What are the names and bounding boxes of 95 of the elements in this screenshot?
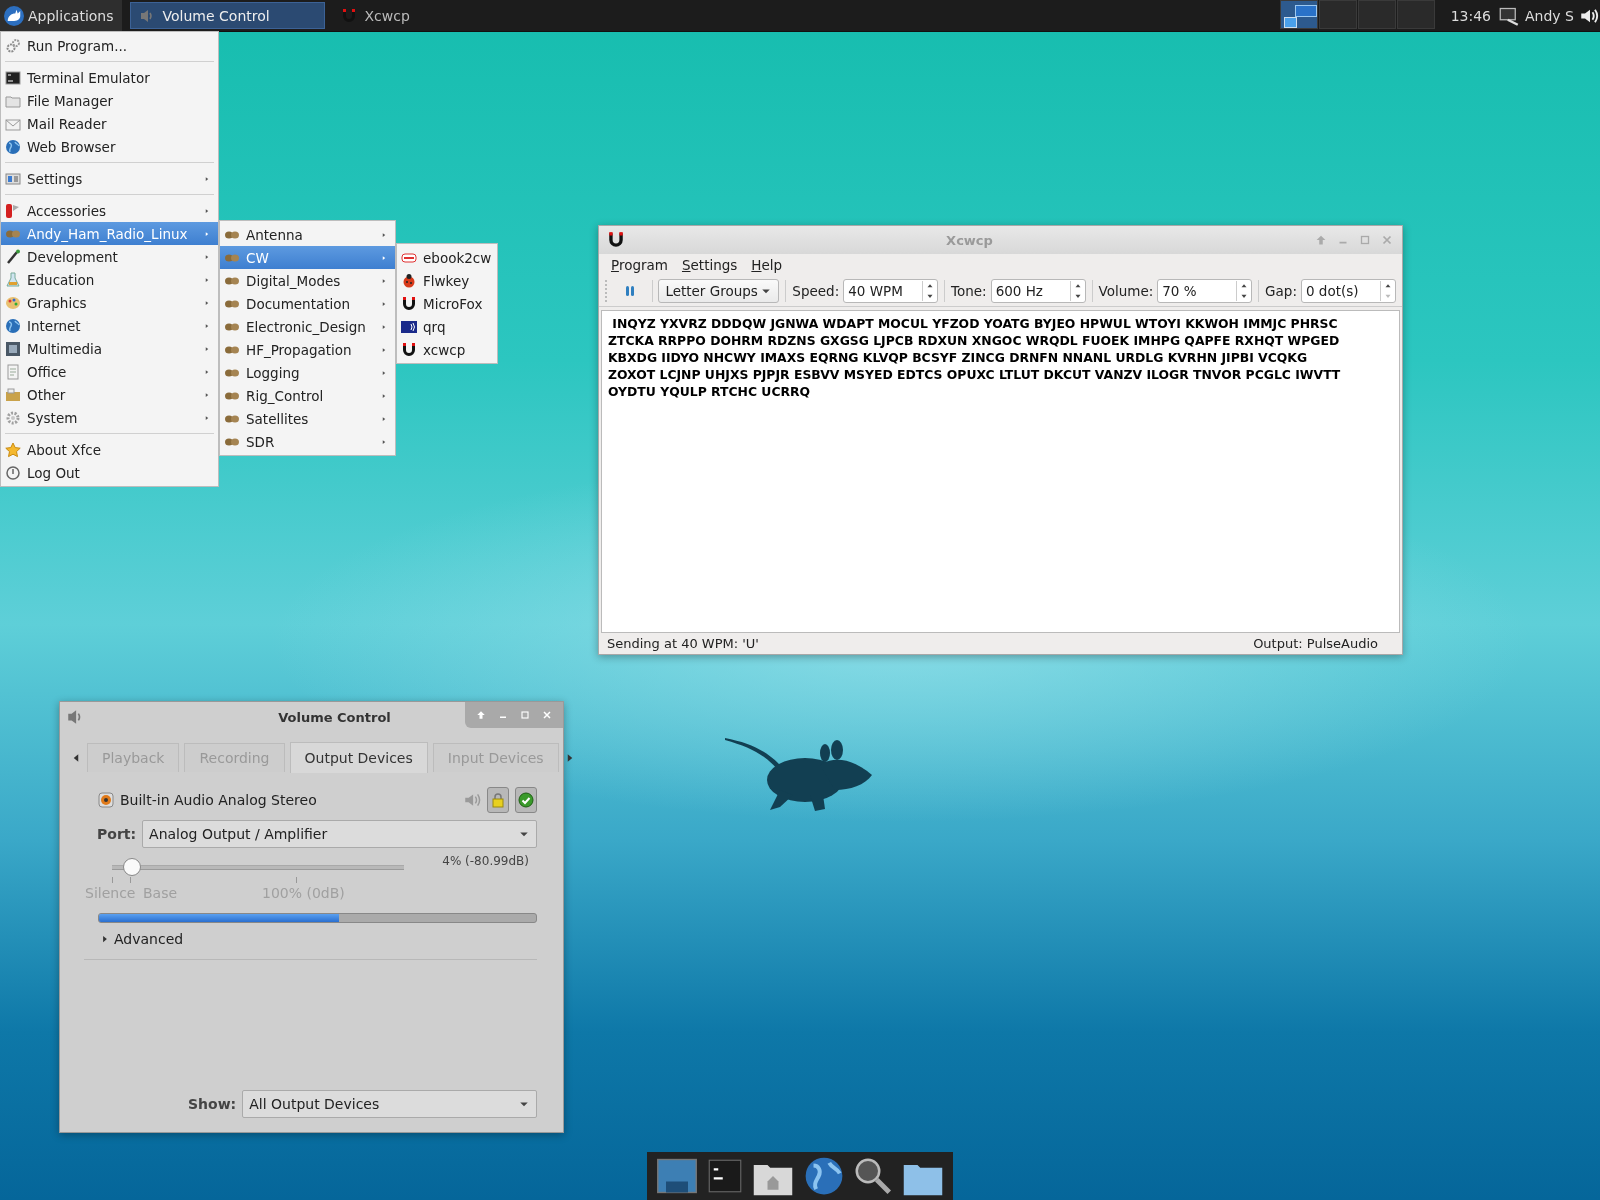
window-title: Xcwcp xyxy=(945,232,994,248)
menu-item[interactable]: Electronic_Design xyxy=(220,315,395,338)
menu-item[interactable]: Digital_Modes xyxy=(220,269,395,292)
magnet-icon xyxy=(401,295,417,312)
gear-icon xyxy=(5,409,21,426)
magnet-icon xyxy=(401,341,417,358)
menu-item[interactable]: Internet xyxy=(1,314,218,337)
star-icon xyxy=(5,441,21,458)
film-icon xyxy=(5,340,21,357)
tab[interactable]: Output Devices xyxy=(289,742,428,773)
text-area[interactable]: INQYZ YXVRZ DDDQW JGNWA WDAPT MOCUL YFZOD YOATG BYJEO HPWUL WTOYI KKWOH IMMJC PHRSC ZTCKA RRPPO DOHRM RDZNS GXGSG LJPCB RDXUN XNGOC WRQDL FUOEK IMHPG QAPFE RXHQT WPGED KBXDG IIDYO NHCWY IMAXS EQRNG KLVQP BCSYF ZINCG DRNFN NNANL URDLG KVRHN JIPBI VCQKG ZOXOT LCJNP UHJXS PJPJR ESBVV MSYED EDTCS OPUXC LTLUT DKCUT VANZV ILOGR TNVOR PCGLC IWVTT OYDTU YQULP RTCHC UCRRQ xyxy=(601,310,1400,633)
menu-item[interactable]: qrq xyxy=(397,315,497,338)
menu-item[interactable]: Logging xyxy=(220,361,395,384)
taskbar-button[interactable]: Xcwcp xyxy=(332,2,528,29)
workspace-button[interactable] xyxy=(1279,0,1318,29)
magnet-icon xyxy=(607,231,625,249)
menu-item[interactable]: MicroFox xyxy=(397,292,497,315)
palette-icon xyxy=(5,294,21,311)
clock[interactable]: 13:46 xyxy=(1450,7,1492,24)
taskbar-button[interactable]: Volume Control xyxy=(129,2,325,29)
document-icon xyxy=(5,363,21,380)
show-label: Show: xyxy=(188,1096,237,1112)
flask-icon xyxy=(5,271,21,288)
field-label: Gap: xyxy=(1265,283,1297,299)
globe-icon xyxy=(5,317,21,334)
menu-item[interactable]: Terminal Emulator xyxy=(1,66,218,89)
spin-field[interactable]: 600 Hz xyxy=(990,279,1086,303)
menu-item[interactable]: Run Program... xyxy=(1,34,218,57)
advanced-expander[interactable]: Advanced xyxy=(100,931,184,947)
menu-item[interactable]: Flwkey xyxy=(397,269,497,292)
menu-item[interactable]: Other xyxy=(1,383,218,406)
terminal-icon[interactable] xyxy=(707,1158,743,1194)
ladybug-icon xyxy=(401,272,417,289)
output-label: Output: PulseAudio xyxy=(1253,636,1378,651)
mouse-logo-icon xyxy=(4,5,24,26)
window-title: Volume Control xyxy=(277,709,392,725)
menu-item[interactable]: Andy_Ham_Radio_Linux xyxy=(1,222,218,245)
menu-item[interactable]: SDR xyxy=(220,430,395,453)
slider-thumb[interactable] xyxy=(122,858,141,876)
menu-item[interactable]: Web Browser xyxy=(1,135,218,158)
menu-item[interactable]: Log Out xyxy=(1,461,218,484)
default-button[interactable] xyxy=(515,787,537,813)
brush-icon xyxy=(5,248,21,265)
gears-icon xyxy=(5,37,21,54)
spin-field[interactable]: 0 dot(s) xyxy=(1300,279,1396,303)
menu-item[interactable]: Accessories xyxy=(1,199,218,222)
network-icon[interactable] xyxy=(1499,5,1520,26)
menu-item[interactable]: Graphics xyxy=(1,291,218,314)
globe-icon[interactable] xyxy=(803,1155,845,1197)
box-icon xyxy=(5,386,21,403)
field-label: Tone: xyxy=(951,283,987,299)
menu-item[interactable]: Antenna xyxy=(220,223,395,246)
menu-item[interactable]: Education xyxy=(1,268,218,291)
spin-field[interactable]: 70 % xyxy=(1157,279,1253,303)
field-label: Volume: xyxy=(1098,283,1154,299)
status-text: Sending at 40 WPM: 'U' xyxy=(607,636,759,651)
power-icon xyxy=(5,464,21,481)
mode-dropdown[interactable]: Letter Groups xyxy=(658,279,780,303)
speaker-icon xyxy=(98,792,114,808)
switches-icon xyxy=(5,170,21,187)
globe-icon xyxy=(5,138,21,155)
menu-item[interactable]: Office xyxy=(1,360,218,383)
menu-item[interactable]: Satellites xyxy=(220,407,395,430)
user-name[interactable]: Andy S xyxy=(1525,7,1574,24)
menu-item[interactable]: Mail Reader xyxy=(1,112,218,135)
menu-item[interactable]: System xyxy=(1,406,218,429)
field-label: Speed: xyxy=(792,283,840,299)
speaker-icon xyxy=(138,7,155,24)
menu-item[interactable]: Rig_Control xyxy=(220,384,395,407)
menu-item[interactable]: HF_Propagation xyxy=(220,338,395,361)
terminal-icon xyxy=(5,69,21,86)
menu-item[interactable]: Program xyxy=(611,257,668,273)
magnet-icon xyxy=(340,7,357,24)
show-dropdown[interactable]: All Output Devices xyxy=(242,1090,537,1118)
magnifier-icon[interactable] xyxy=(853,1156,893,1196)
volume-reading: 4% (-80.99dB) xyxy=(442,854,529,868)
menu-item[interactable]: Multimedia xyxy=(1,337,218,360)
pocket-knife-icon xyxy=(5,202,21,219)
device-name: Built-in Audio Analog Stereo xyxy=(120,792,317,808)
port-label: Port: xyxy=(97,826,137,842)
menu-item[interactable]: File Manager xyxy=(1,89,218,112)
spin-field[interactable]: 40 WPM xyxy=(843,279,939,303)
radio-wave-icon xyxy=(401,318,417,335)
menu-item[interactable]: Development xyxy=(1,245,218,268)
menu-item[interactable]: Help xyxy=(751,257,783,273)
lock-icon xyxy=(490,792,506,808)
menu-item[interactable]: Settings xyxy=(681,257,738,273)
menu-item[interactable]: Settings xyxy=(1,167,218,190)
check-icon xyxy=(518,792,534,808)
port-dropdown[interactable]: Analog Output / Amplifier xyxy=(142,820,537,848)
menu-item[interactable]: Documentation xyxy=(220,292,395,315)
menu-item[interactable]: xcwcp xyxy=(397,338,497,361)
applications-button[interactable]: Applications xyxy=(0,0,122,31)
menu-item[interactable]: About Xfce xyxy=(1,438,218,461)
menu-item[interactable]: ebook2cw xyxy=(397,246,497,269)
